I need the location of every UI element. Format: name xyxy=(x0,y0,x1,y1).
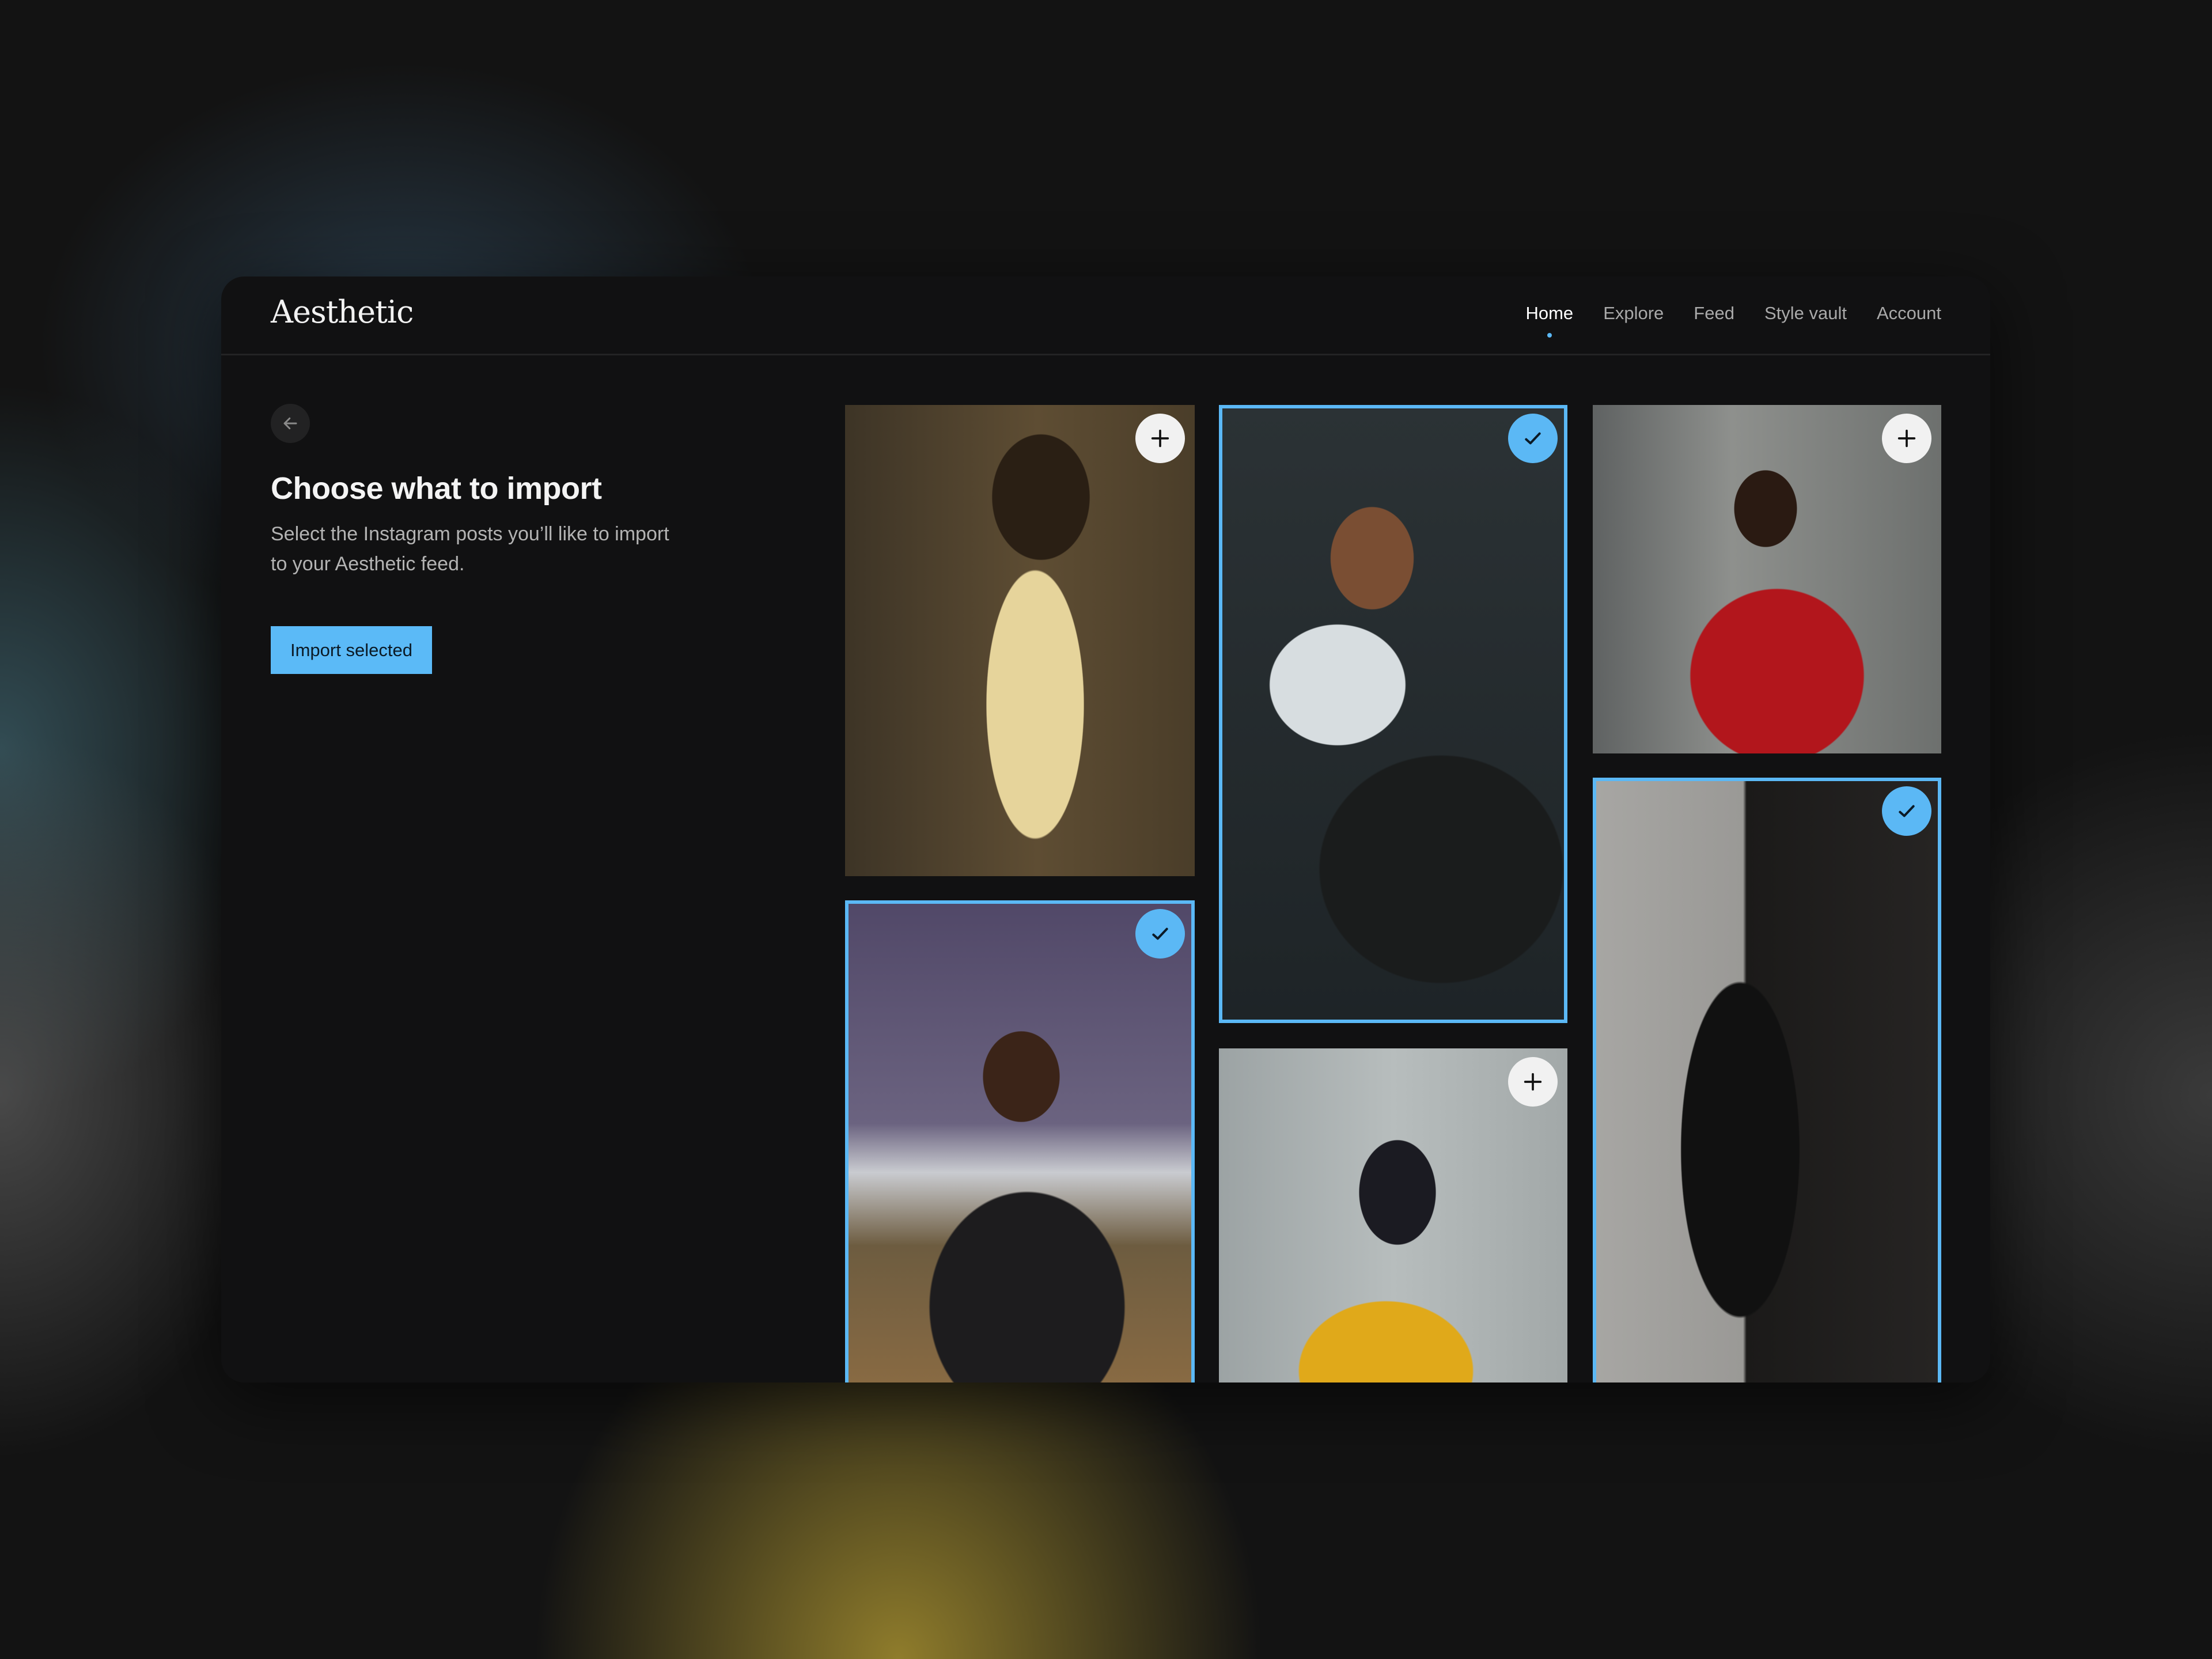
page-description: Select the Instagram posts you’ll like t… xyxy=(271,523,669,575)
nav-item-label: Account xyxy=(1876,303,1941,323)
plus-icon xyxy=(1151,429,1169,448)
nav-item-explore[interactable]: Explore xyxy=(1603,303,1664,324)
post-tile[interactable] xyxy=(1219,1048,1567,1382)
check-icon xyxy=(1525,432,1541,445)
post-photo xyxy=(1593,405,1941,753)
selected-check-button[interactable] xyxy=(1135,909,1185,959)
check-icon xyxy=(1152,927,1168,940)
app-logo[interactable]: Aesthetic xyxy=(271,294,414,330)
active-indicator-dot xyxy=(1547,333,1552,338)
nav-item-label: Feed xyxy=(1694,303,1734,323)
plus-icon xyxy=(1897,429,1916,448)
selected-check-button[interactable] xyxy=(1882,786,1931,836)
back-button[interactable] xyxy=(271,404,310,443)
app-window: Aesthetic Home Explore Feed Style vault … xyxy=(221,276,1990,1382)
top-nav-bar: Aesthetic Home Explore Feed Style vault … xyxy=(221,276,1990,355)
post-photo xyxy=(1596,781,1938,1382)
nav-item-label: Explore xyxy=(1603,303,1664,323)
add-post-button[interactable] xyxy=(1882,414,1931,463)
import-selected-button[interactable]: Import selected xyxy=(271,626,432,674)
selected-check-button[interactable] xyxy=(1508,414,1558,463)
post-photo xyxy=(1222,408,1564,1020)
post-tile[interactable] xyxy=(845,405,1195,876)
plus-icon xyxy=(1524,1073,1542,1091)
add-post-button[interactable] xyxy=(1135,414,1185,463)
arrow-left-icon xyxy=(283,417,297,430)
page-title: Choose what to import xyxy=(271,471,602,506)
add-post-button[interactable] xyxy=(1508,1057,1558,1107)
nav-item-feed[interactable]: Feed xyxy=(1694,303,1734,324)
check-icon xyxy=(1899,805,1915,817)
main-nav: Home Explore Feed Style vault Account xyxy=(1525,303,1941,338)
post-tile-selected[interactable] xyxy=(1219,405,1567,1023)
nav-item-label: Style vault xyxy=(1764,303,1847,323)
nav-item-home[interactable]: Home xyxy=(1525,303,1574,338)
nav-item-style-vault[interactable]: Style vault xyxy=(1764,303,1847,324)
post-tile-selected[interactable] xyxy=(1593,778,1941,1382)
post-tile-selected[interactable] xyxy=(845,900,1195,1382)
post-photo xyxy=(845,405,1195,876)
nav-item-label: Home xyxy=(1525,303,1574,323)
post-photo xyxy=(849,904,1191,1382)
import-panel: Choose what to import Select the Instagr… xyxy=(271,404,789,674)
nav-item-account[interactable]: Account xyxy=(1877,303,1941,324)
post-tile[interactable] xyxy=(1593,405,1941,753)
